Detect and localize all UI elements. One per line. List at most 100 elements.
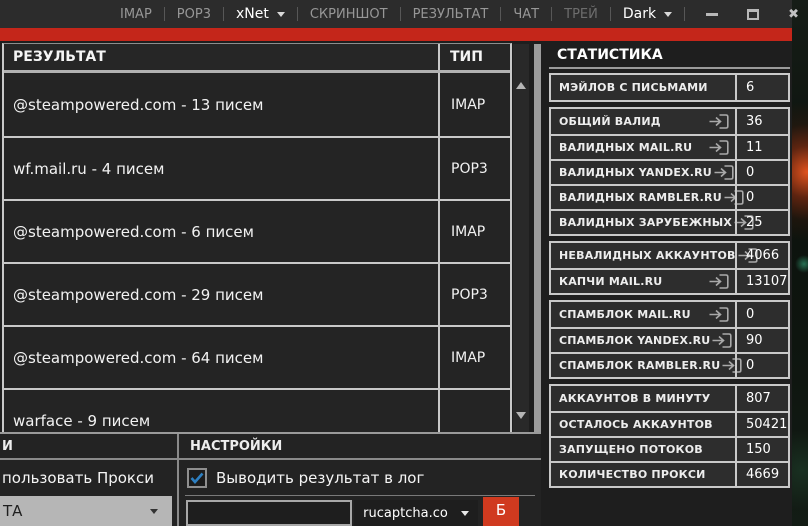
stat-label: СПАМБЛОК RAMBLER.RU bbox=[559, 359, 720, 372]
menu-separator bbox=[684, 7, 685, 21]
result-cell: @steampowered.com - 13 писем bbox=[4, 73, 438, 136]
use-proxy-label: пользовать Прокси bbox=[0, 460, 177, 487]
stat-value: 0 bbox=[735, 354, 788, 377]
table-scrollbar[interactable] bbox=[513, 44, 529, 432]
menu-item-theme[interactable]: Dark bbox=[611, 0, 684, 28]
stat-label: ВАЛИДНЫХ MAIL.RU bbox=[559, 141, 692, 154]
settings-separator bbox=[185, 495, 535, 496]
stat-row: СПАМБЛОК MAIL.RU 0 bbox=[551, 302, 788, 327]
maximize-icon bbox=[747, 9, 759, 20]
statistics-groups: МЭЙЛОВ С ПИСЬМАМИ 6 ОБЩИЙ ВАЛИД 36 ВАЛИД… bbox=[549, 73, 790, 488]
results-table-header: РЕЗУЛЬТАТ ТИП bbox=[4, 44, 510, 73]
scroll-down-icon[interactable] bbox=[516, 412, 526, 419]
stat-value: 0 bbox=[735, 161, 788, 184]
stat-value: 4066 bbox=[735, 243, 788, 268]
type-cell: IMAP bbox=[438, 201, 510, 262]
maximize-button[interactable] bbox=[732, 0, 773, 28]
chevron-down-icon bbox=[664, 12, 672, 17]
stat-label: СПАМБЛОК MAIL.RU bbox=[559, 308, 691, 321]
table-row[interactable]: warface - 9 писем bbox=[4, 388, 510, 432]
titlebar[interactable]: IMAP POP3 xNet СКРИНШОТ РЕЗУЛЬТАТ ЧАТ ТР… bbox=[0, 0, 792, 28]
proxy-panel-header: И bbox=[0, 434, 177, 460]
stat-label: ВАЛИДНЫХ ЗАРУБЕЖНЫХ bbox=[559, 216, 732, 229]
results-table: РЕЗУЛЬТАТ ТИП @steampowered.com - 13 пис… bbox=[2, 43, 512, 432]
stat-value: 13107 bbox=[735, 270, 788, 293]
table-row[interactable]: @steampowered.com - 6 писем IMAP bbox=[4, 199, 510, 262]
stat-value: 50421 bbox=[735, 413, 788, 436]
balance-button[interactable]: Б bbox=[483, 497, 519, 526]
stat-value: 807 bbox=[735, 386, 788, 411]
captcha-service-dropdown[interactable]: rucaptcha.co bbox=[354, 500, 478, 526]
type-cell: IMAP bbox=[438, 327, 510, 388]
accent-bar bbox=[0, 28, 792, 41]
close-icon: ✖ bbox=[788, 8, 799, 21]
menu-item-label: РЕЗУЛЬТАТ bbox=[413, 7, 489, 22]
table-row[interactable]: @steampowered.com - 13 писем IMAP bbox=[4, 73, 510, 136]
log-checkbox[interactable] bbox=[187, 468, 207, 488]
column-header-result: РЕЗУЛЬТАТ bbox=[4, 44, 438, 70]
captcha-key-input[interactable] bbox=[186, 500, 352, 526]
titlebar-menu: IMAP POP3 xNet СКРИНШОТ РЕЗУЛЬТАТ ЧАТ ТР… bbox=[108, 0, 684, 28]
stat-row: МЭЙЛОВ С ПИСЬМАМИ 6 bbox=[551, 75, 788, 100]
menu-item-imap[interactable]: IMAP bbox=[108, 0, 164, 28]
stat-row: ВАЛИДНЫХ RAMBLER.RU 0 bbox=[551, 184, 788, 209]
menu-item-screenshot[interactable]: СКРИНШОТ bbox=[298, 0, 400, 28]
menu-item-label: Dark bbox=[623, 6, 656, 22]
close-button[interactable]: ✖ bbox=[773, 0, 808, 28]
scroll-up-icon[interactable] bbox=[516, 82, 526, 89]
stat-row: АККАУНТОВ В МИНУТУ 807 bbox=[551, 386, 788, 411]
stat-row: ОСТАЛОСЬ АККАУНТОВ 50421 bbox=[551, 411, 788, 436]
log-option-row: Выводить результат в лог bbox=[187, 468, 541, 488]
stat-value: 6 bbox=[735, 75, 788, 100]
stat-value: 0 bbox=[735, 302, 788, 327]
table-row[interactable]: wf.mail.ru - 4 писем POP3 bbox=[4, 136, 510, 199]
stat-label: МЭЙЛОВ С ПИСЬМАМИ bbox=[559, 81, 708, 94]
export-icon[interactable] bbox=[710, 332, 733, 349]
menu-item-label: СКРИНШОТ bbox=[310, 7, 388, 22]
stat-row: КАПЧИ MAIL.RU 13107 bbox=[551, 268, 788, 293]
stat-group: АККАУНТОВ В МИНУТУ 807 ОСТАЛОСЬ АККАУНТО… bbox=[549, 384, 790, 488]
stat-value: 11 bbox=[735, 136, 788, 159]
menu-item-label: ЧАТ bbox=[513, 7, 539, 22]
chevron-down-icon bbox=[277, 12, 285, 17]
stat-row: ЗАПУЩЕНО ПОТОКОВ 150 bbox=[551, 436, 788, 461]
stat-label: КОЛИЧЕСТВО ПРОКСИ bbox=[559, 468, 706, 481]
minimize-icon bbox=[706, 13, 718, 16]
table-row[interactable]: @steampowered.com - 29 писем POP3 bbox=[4, 262, 510, 325]
statistics-title: СТАТИСТИКА bbox=[549, 42, 790, 67]
table-scrollbar-track[interactable] bbox=[534, 44, 541, 432]
export-icon[interactable] bbox=[707, 113, 730, 130]
proxy-type-value: ТА bbox=[0, 502, 22, 520]
stat-label: ВАЛИДНЫХ YANDEX.RU bbox=[559, 166, 712, 179]
stat-value: 25 bbox=[735, 211, 788, 234]
export-icon[interactable] bbox=[707, 139, 730, 156]
stat-label: ОБЩИЙ ВАЛИД bbox=[559, 115, 661, 128]
statistics-panel: СТАТИСТИКА МЭЙЛОВ С ПИСЬМАМИ 6 ОБЩИЙ ВАЛ… bbox=[549, 42, 790, 526]
stat-value: 0 bbox=[735, 186, 788, 209]
log-checkbox-label: Выводить результат в лог bbox=[216, 469, 424, 487]
stat-value: 4669 bbox=[735, 463, 788, 486]
statistics-title-separator bbox=[549, 67, 790, 69]
export-icon[interactable] bbox=[712, 164, 735, 181]
menu-item-label: POP3 bbox=[177, 7, 211, 22]
menu-item-tray[interactable]: ТРЕЙ bbox=[552, 0, 610, 28]
stat-group: МЭЙЛОВ С ПИСЬМАМИ 6 bbox=[549, 73, 790, 102]
proxy-type-dropdown[interactable]: ТА bbox=[0, 496, 172, 526]
export-icon[interactable] bbox=[707, 273, 730, 290]
type-cell bbox=[438, 390, 510, 432]
type-cell: IMAP bbox=[438, 73, 510, 136]
minimize-button[interactable] bbox=[691, 0, 732, 28]
chevron-down-icon bbox=[150, 509, 158, 514]
settings-panel: НАСТРОЙКИ Выводить результат в лог rucap… bbox=[179, 434, 541, 526]
export-icon[interactable] bbox=[707, 306, 730, 323]
stat-row: ВАЛИДНЫХ YANDEX.RU 0 bbox=[551, 159, 788, 184]
menu-item-xnet[interactable]: xNet bbox=[224, 0, 297, 28]
stat-value: 36 bbox=[735, 109, 788, 134]
stat-row: СПАМБЛОК YANDEX.RU 90 bbox=[551, 327, 788, 352]
stat-label: ЗАПУЩЕНО ПОТОКОВ bbox=[559, 443, 703, 456]
checkmark-icon bbox=[190, 472, 204, 484]
menu-item-chat[interactable]: ЧАТ bbox=[501, 0, 551, 28]
menu-item-pop3[interactable]: POP3 bbox=[165, 0, 223, 28]
menu-item-result[interactable]: РЕЗУЛЬТАТ bbox=[401, 0, 501, 28]
table-row[interactable]: @steampowered.com - 64 писем IMAP bbox=[4, 325, 510, 388]
